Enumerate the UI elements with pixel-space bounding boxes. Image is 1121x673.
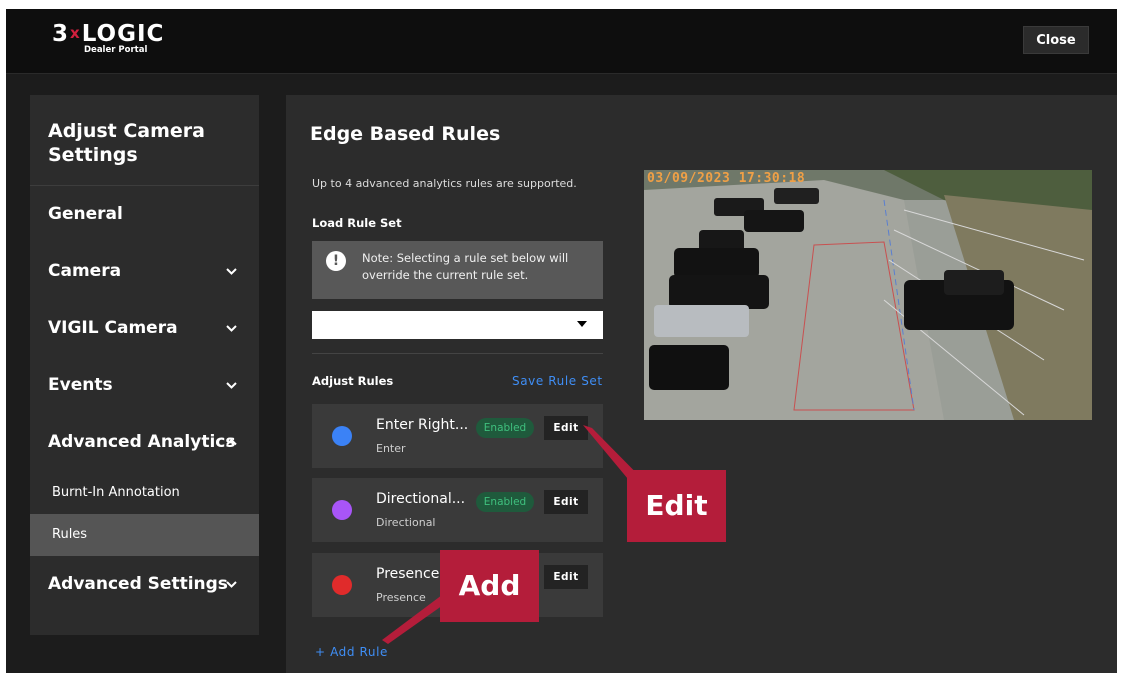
edit-callout: Edit [627, 470, 726, 542]
add-callout: Add [440, 550, 539, 622]
callout-pointers [382, 425, 660, 644]
